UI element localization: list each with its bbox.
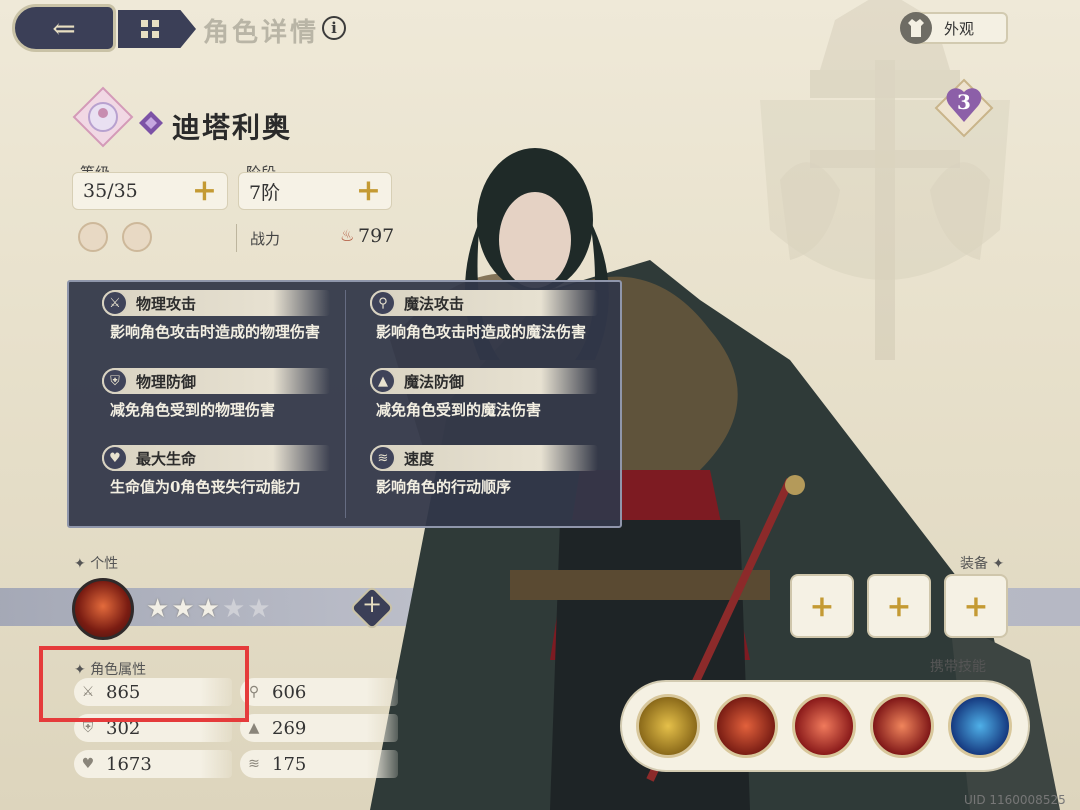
star-empty-icon: ★ bbox=[247, 594, 271, 624]
level-up-plus-icon[interactable]: + bbox=[192, 176, 217, 206]
wand-icon: ⚲ bbox=[370, 290, 396, 316]
shield-icon: ⛨ bbox=[82, 720, 94, 736]
power-value: 797 bbox=[358, 225, 395, 247]
outfit-icon bbox=[900, 12, 932, 44]
tip-head-max-hp: ♥ 最大生命 bbox=[102, 445, 330, 471]
skill-sword-burst-icon[interactable] bbox=[792, 694, 856, 758]
equip-slot-armor[interactable]: + bbox=[867, 574, 931, 638]
tip-desc: 生命值为0角色丧失行动能力 bbox=[110, 478, 301, 496]
power-label: 战力 bbox=[250, 230, 281, 248]
wizard-hat-icon: ▲ bbox=[370, 368, 396, 394]
sword-icon: ⚔ bbox=[102, 290, 128, 316]
flame-icon: ♨ bbox=[340, 226, 355, 245]
tier-box: 7阶 + bbox=[238, 172, 392, 210]
appearance-button[interactable]: 外观 bbox=[900, 12, 1008, 44]
plus-icon: + bbox=[361, 590, 383, 618]
plus-icon: + bbox=[886, 588, 912, 624]
attr-value: 175 bbox=[272, 753, 307, 775]
personality-label: ✦ 个性 bbox=[74, 556, 119, 572]
skills-label: 携带技能 bbox=[930, 659, 986, 675]
tip-desc: 影响角色攻击时造成的魔法伤害 bbox=[376, 323, 587, 341]
equip-slot-weapon[interactable]: + bbox=[790, 574, 854, 638]
tooltip-divider bbox=[345, 290, 346, 518]
divider bbox=[236, 224, 237, 252]
back-arrow-icon: ⇐ bbox=[52, 11, 76, 45]
equip-slot-accessory[interactable]: + bbox=[944, 574, 1008, 638]
heart-icon: ♥ bbox=[102, 445, 128, 471]
wing-icon: ≋ bbox=[370, 445, 396, 471]
skill-shield-icon[interactable] bbox=[714, 694, 778, 758]
back-button[interactable]: ⇐ bbox=[12, 4, 116, 52]
tip-head-speed: ≋ 速度 bbox=[370, 445, 598, 471]
equipment-label: 装备 ✦ bbox=[960, 556, 1005, 572]
crown-badge-icon[interactable] bbox=[78, 222, 108, 252]
skill-sword-icon[interactable] bbox=[636, 694, 700, 758]
star-filled-icon: ★ bbox=[146, 594, 170, 624]
appearance-label: 外观 bbox=[944, 19, 975, 38]
tip-title: 魔法防御 bbox=[404, 372, 465, 391]
attr-value: 1673 bbox=[106, 753, 152, 775]
grid-menu-icon bbox=[141, 20, 159, 38]
star-rating: ★ ★ ★ ★ ★ bbox=[146, 596, 271, 622]
tip-head-magic-defense: ▲ 魔法防御 bbox=[370, 368, 598, 394]
plus-icon: + bbox=[809, 588, 835, 624]
star-filled-icon: ★ bbox=[171, 594, 195, 624]
tier-up-plus-icon[interactable]: + bbox=[356, 176, 381, 206]
character-name: 迪塔利奥 bbox=[172, 111, 293, 144]
skill-crest-icon[interactable] bbox=[870, 694, 934, 758]
tip-head-physical-attack: ⚔ 物理攻击 bbox=[102, 290, 330, 316]
star-empty-icon: ★ bbox=[221, 594, 246, 624]
info-icon[interactable]: i bbox=[322, 16, 346, 40]
attr-max-hp[interactable]: ♥ 1673 bbox=[74, 750, 232, 778]
star-filled-icon: ★ bbox=[196, 594, 220, 624]
rarity-gem-icon bbox=[139, 111, 163, 135]
tip-desc: 减免角色受到的魔法伤害 bbox=[376, 401, 542, 419]
heart-icon: ♥ bbox=[81, 756, 95, 772]
tip-title: 最大生命 bbox=[136, 449, 197, 468]
rank-number: 3 bbox=[957, 90, 971, 114]
attr-magic-attack[interactable]: ⚲ 606 bbox=[240, 678, 398, 706]
uid-label: UID 1160008525 bbox=[964, 793, 1066, 807]
attr-magic-defense[interactable]: ▲ 269 bbox=[240, 714, 398, 742]
plus-icon: + bbox=[963, 588, 989, 624]
wing-icon: ≋ bbox=[248, 756, 260, 772]
attr-value: 269 bbox=[272, 717, 307, 739]
wizard-hat-icon: ▲ bbox=[248, 720, 260, 736]
attr-speed[interactable]: ≋ 175 bbox=[240, 750, 398, 778]
shield-badge-icon[interactable] bbox=[122, 222, 152, 252]
skill-vortex-icon[interactable] bbox=[948, 694, 1012, 758]
menu-button[interactable] bbox=[118, 10, 196, 48]
tip-desc: 减免角色受到的物理伤害 bbox=[110, 401, 276, 419]
tip-head-magic-attack: ⚲ 魔法攻击 bbox=[370, 290, 598, 316]
shield-icon: ⛨ bbox=[102, 368, 128, 394]
highlight-box bbox=[39, 646, 249, 722]
tier-value: 7阶 bbox=[249, 181, 281, 204]
page-title: 角色详情 bbox=[203, 18, 320, 48]
attr-value: 606 bbox=[272, 681, 307, 703]
tip-title: 物理攻击 bbox=[136, 294, 197, 313]
tip-desc: 影响角色攻击时造成的物理伤害 bbox=[110, 323, 321, 341]
level-box: 35/35 + bbox=[72, 172, 228, 210]
level-value: 35/35 bbox=[83, 180, 138, 202]
personality-crown-icon[interactable] bbox=[72, 578, 134, 640]
tip-head-physical-defense: ⛨ 物理防御 bbox=[102, 368, 330, 394]
tip-title: 魔法攻击 bbox=[404, 294, 465, 313]
class-emblem-icon bbox=[72, 86, 134, 148]
tip-title: 物理防御 bbox=[136, 372, 197, 391]
tip-title: 速度 bbox=[404, 449, 435, 468]
tip-desc: 影响角色的行动顺序 bbox=[376, 478, 512, 496]
